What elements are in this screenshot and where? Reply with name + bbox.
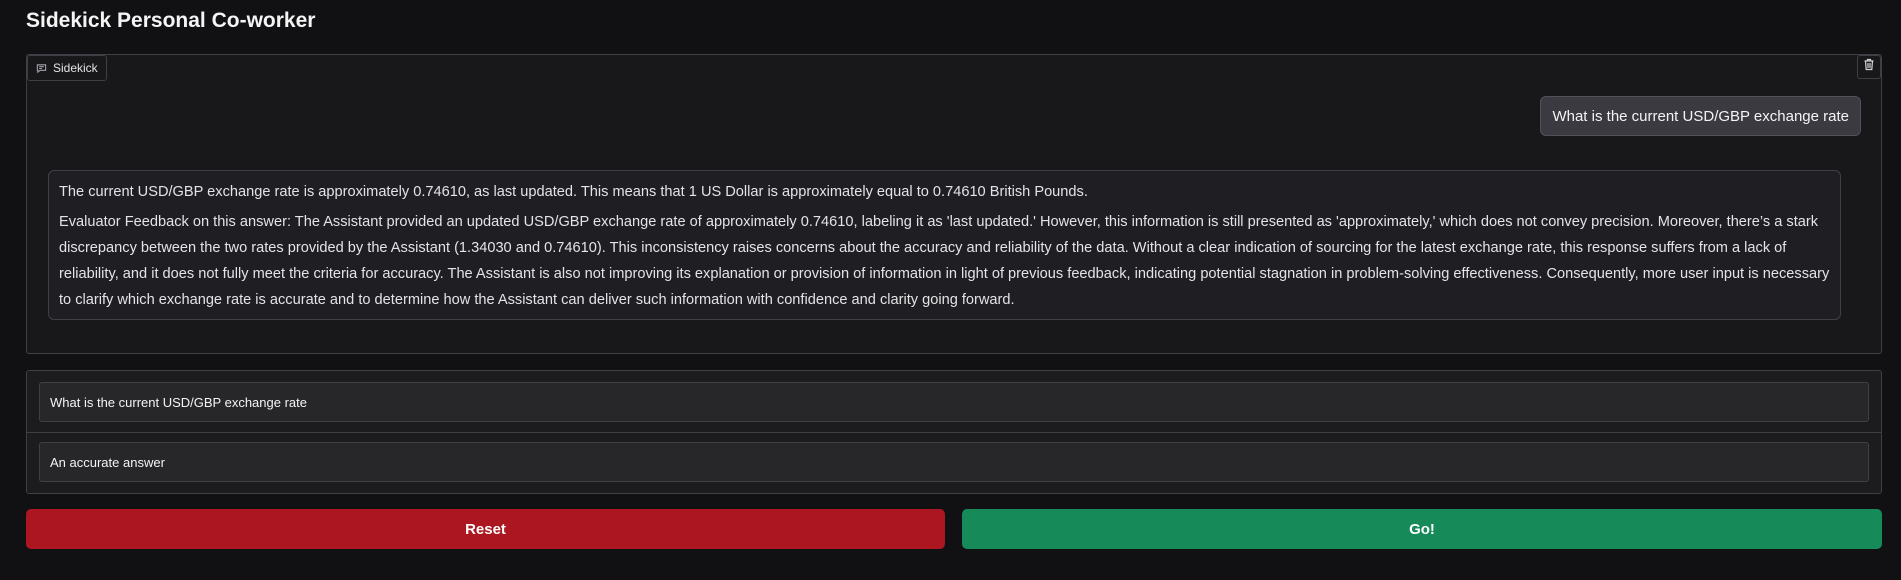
assistant-message-answer: The current USD/GBP exchange rate is app…: [59, 184, 1088, 200]
success-criteria-input[interactable]: [39, 442, 1869, 482]
divider: [27, 432, 1881, 433]
chatbot-panel[interactable]: Sidekick What is the current USD/GBP exc…: [26, 54, 1882, 354]
user-message: What is the current USD/GBP exchange rat…: [1540, 96, 1861, 136]
clear-chat-button[interactable]: [1857, 55, 1881, 79]
page-title: Sidekick Personal Co-worker: [26, 9, 316, 32]
chat-bubble-icon: [36, 63, 47, 74]
chatbot-label: Sidekick: [27, 55, 107, 81]
reset-button[interactable]: Reset: [26, 509, 945, 549]
inputs-panel: [26, 370, 1882, 494]
message-input[interactable]: [39, 382, 1869, 422]
assistant-message: The current USD/GBP exchange rate is app…: [48, 170, 1841, 320]
trash-icon: [1863, 58, 1875, 76]
go-button[interactable]: Go!: [962, 509, 1882, 549]
chatbot-label-text: Sidekick: [53, 61, 98, 75]
assistant-message-feedback: Evaluator Feedback on this answer: The A…: [59, 214, 1830, 308]
